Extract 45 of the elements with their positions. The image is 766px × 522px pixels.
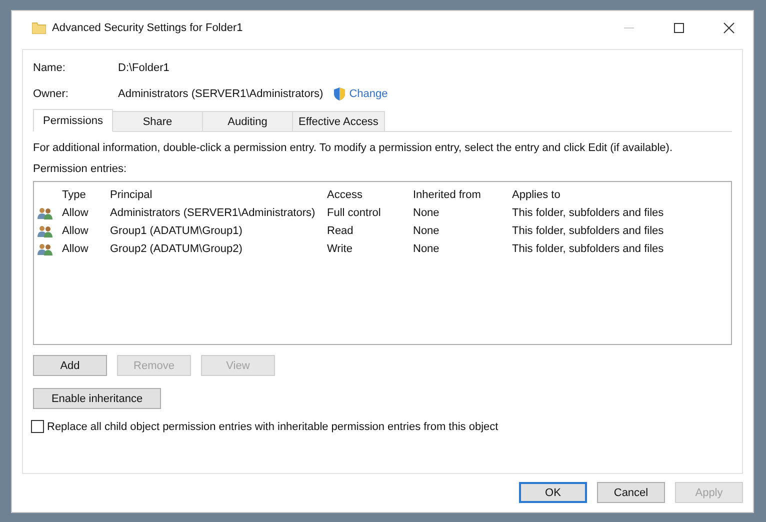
table-cell-text: Group1 (ADATUM\Group1) <box>110 225 244 237</box>
table-cell-text: Allow <box>62 225 90 237</box>
field-label: Name: <box>33 62 66 74</box>
dialog-button[interactable]: OK <box>519 482 587 503</box>
tab[interactable]: Auditing <box>203 111 293 132</box>
table-cell-text: This folder, subfolders and files <box>512 207 665 219</box>
change-link[interactable]: Change <box>349 88 388 100</box>
column-header[interactable]: Applies to <box>512 189 692 201</box>
table-cell-text: None <box>413 225 440 237</box>
field-value: Administrators (SERVER1\Administrators) <box>118 88 324 100</box>
dialog-button[interactable]: Cancel <box>597 482 665 503</box>
shield-icon <box>333 87 346 101</box>
table-cell-text: Administrators (SERVER1\Administrators) <box>110 207 316 219</box>
table-cell-text: Write <box>327 243 354 255</box>
close-icon[interactable] <box>723 22 735 34</box>
table-cell-text: Group2 (ADATUM\Group2) <box>110 243 244 255</box>
checkbox-label: Replace all child object permission entries with inheritable permission entries from this object <box>47 420 498 432</box>
users-icon <box>37 206 53 220</box>
folder-icon <box>32 22 46 34</box>
field-value: D:\Folder1 <box>118 62 170 74</box>
window-title: Advanced Security Settings for Folder1 <box>52 22 243 34</box>
column-header[interactable]: Principal <box>110 189 327 201</box>
table-cell-text: None <box>413 243 440 255</box>
table-cell-text: None <box>413 207 440 219</box>
tab[interactable]: Share <box>113 111 203 132</box>
column-header[interactable]: Inherited from <box>413 189 512 201</box>
table-cell-text: Read <box>327 225 354 237</box>
maximize-icon[interactable] <box>673 22 685 34</box>
table-cell-text: This folder, subfolders and files <box>512 243 665 255</box>
users-icon <box>37 242 53 256</box>
column-header[interactable]: Access <box>327 189 413 201</box>
table-cell-text: Allow <box>62 207 90 219</box>
column-header[interactable]: Type <box>62 189 110 201</box>
info-text: For additional information, double-click a permission entry. To modify a permission entry, select the entry and click Edit (if available). <box>33 142 674 154</box>
tab[interactable]: Permissions <box>33 109 113 132</box>
table-cell-text: Allow <box>62 243 90 255</box>
entry-button[interactable]: Add <box>33 355 107 376</box>
table-cell-text: Full control <box>327 207 382 219</box>
permission-entries-label: Permission entries: <box>33 163 128 175</box>
enable-inheritance-button[interactable]: Enable inheritance <box>33 388 161 409</box>
users-icon <box>37 224 53 238</box>
checkbox[interactable] <box>31 420 44 433</box>
table-cell-text: This folder, subfolders and files <box>512 225 665 237</box>
tab[interactable]: Effective Access <box>293 111 385 132</box>
field-label: Owner: <box>33 88 70 100</box>
